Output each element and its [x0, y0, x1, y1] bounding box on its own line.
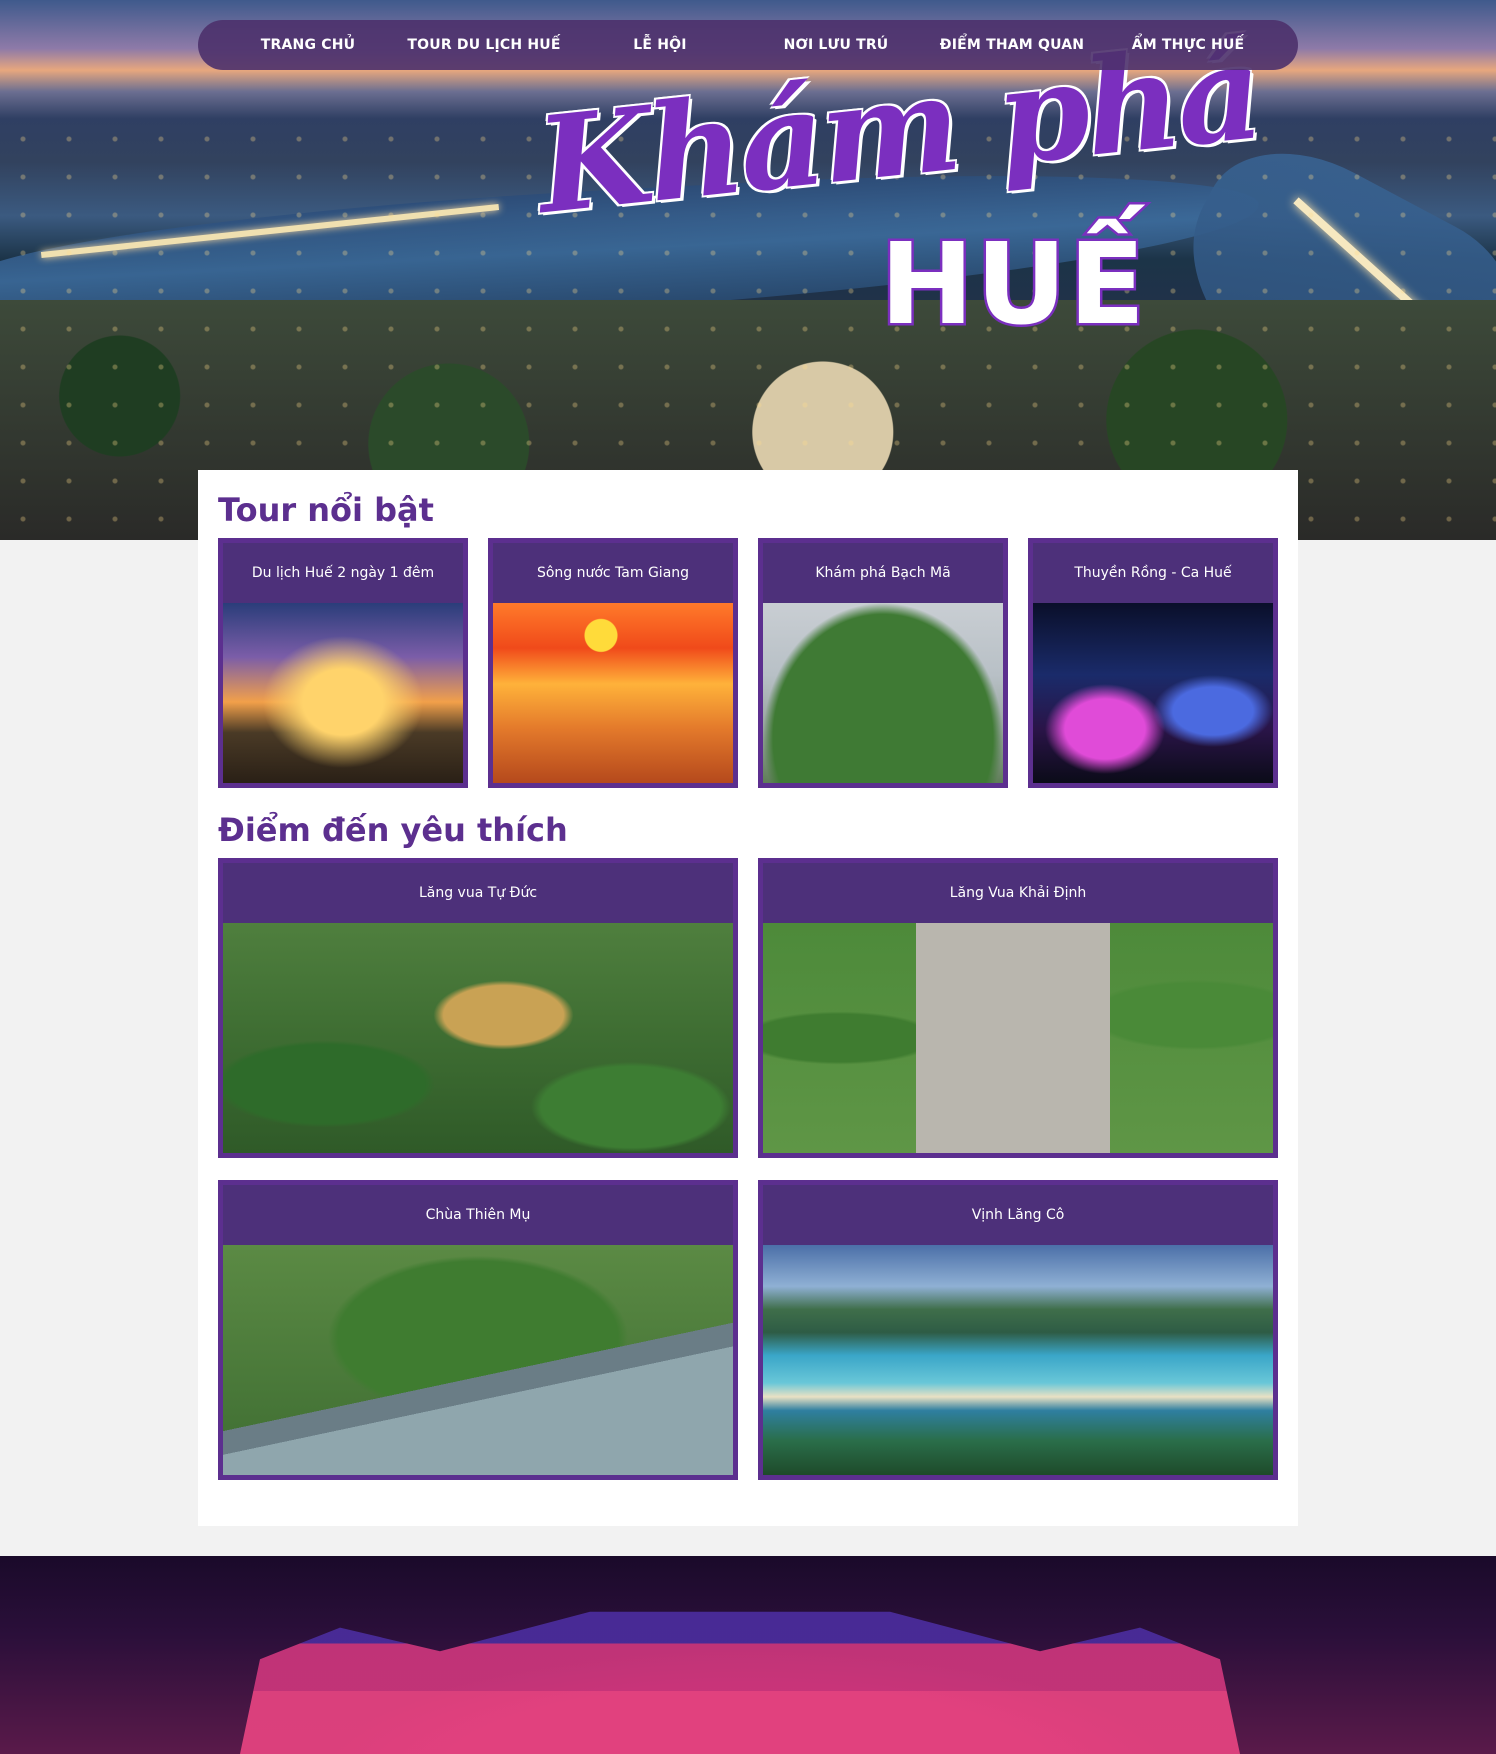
tour-card[interactable]: Thuyền Rồng - Ca Huế	[1028, 538, 1278, 788]
destination-card-title: Lăng vua Tự Đức	[223, 863, 733, 923]
tour-card-title: Sông nước Tam Giang	[493, 543, 733, 603]
tour-card-image	[223, 603, 463, 783]
favorite-destinations-grid: Lăng vua Tự Đức Lăng Vua Khải Định Chùa …	[218, 858, 1278, 1480]
nav-item-attractions[interactable]: ĐIỂM THAM QUAN	[927, 37, 1097, 53]
tour-card-image	[493, 603, 733, 783]
nav-item-accommodation[interactable]: NƠI LƯU TRÚ	[751, 37, 921, 53]
featured-tours-list: Du lịch Huế 2 ngày 1 đêm Sông nước Tam G…	[218, 538, 1278, 788]
tour-card[interactable]: Du lịch Huế 2 ngày 1 đêm	[218, 538, 468, 788]
footer-banner-image	[0, 1556, 1496, 1754]
destination-card-title: Chùa Thiên Mụ	[223, 1185, 733, 1245]
tour-card-title: Du lịch Huế 2 ngày 1 đêm	[223, 543, 463, 603]
logo-block-text: HUẾ	[877, 218, 1148, 353]
destination-card-image	[223, 1245, 733, 1475]
destination-card-title: Lăng Vua Khải Định	[763, 863, 1273, 923]
nav-item-festivals[interactable]: LỄ HỘI	[575, 37, 745, 53]
destination-card[interactable]: Vịnh Lăng Cô	[758, 1180, 1278, 1480]
destination-card[interactable]: Lăng vua Tự Đức	[218, 858, 738, 1158]
tour-card[interactable]: Sông nước Tam Giang	[488, 538, 738, 788]
main-content: Tour nổi bật Du lịch Huế 2 ngày 1 đêm Sô…	[198, 470, 1298, 1526]
tour-card-image	[1033, 603, 1273, 783]
hero-banner: Khám phá HUẾ	[0, 0, 1496, 540]
site-logo[interactable]: Khám phá HUẾ	[530, 14, 1266, 380]
section-title-featured-tours: Tour nổi bật	[218, 491, 434, 529]
destination-card-image	[763, 1245, 1273, 1475]
destination-card-title: Vịnh Lăng Cô	[763, 1185, 1273, 1245]
destination-card-image	[223, 923, 733, 1153]
main-nav: TRANG CHỦ TOUR DU LỊCH HUẾ LỄ HỘI NƠI LƯ…	[198, 20, 1298, 70]
tour-card-title: Khám phá Bạch Mã	[763, 543, 1003, 603]
tour-card-title: Thuyền Rồng - Ca Huế	[1033, 543, 1273, 603]
nav-item-cuisine[interactable]: ẨM THỰC HUẾ	[1103, 37, 1273, 53]
nav-item-tours[interactable]: TOUR DU LỊCH HUẾ	[399, 37, 569, 53]
tour-card-image	[763, 603, 1003, 783]
nav-item-home[interactable]: TRANG CHỦ	[223, 37, 393, 53]
destination-card-image	[763, 923, 1273, 1153]
destination-card[interactable]: Lăng Vua Khải Định	[758, 858, 1278, 1158]
section-title-favorite-destinations: Điểm đến yêu thích	[218, 811, 568, 849]
tour-card[interactable]: Khám phá Bạch Mã	[758, 538, 1008, 788]
palace-roof-illustration	[240, 1611, 1240, 1754]
destination-card[interactable]: Chùa Thiên Mụ	[218, 1180, 738, 1480]
